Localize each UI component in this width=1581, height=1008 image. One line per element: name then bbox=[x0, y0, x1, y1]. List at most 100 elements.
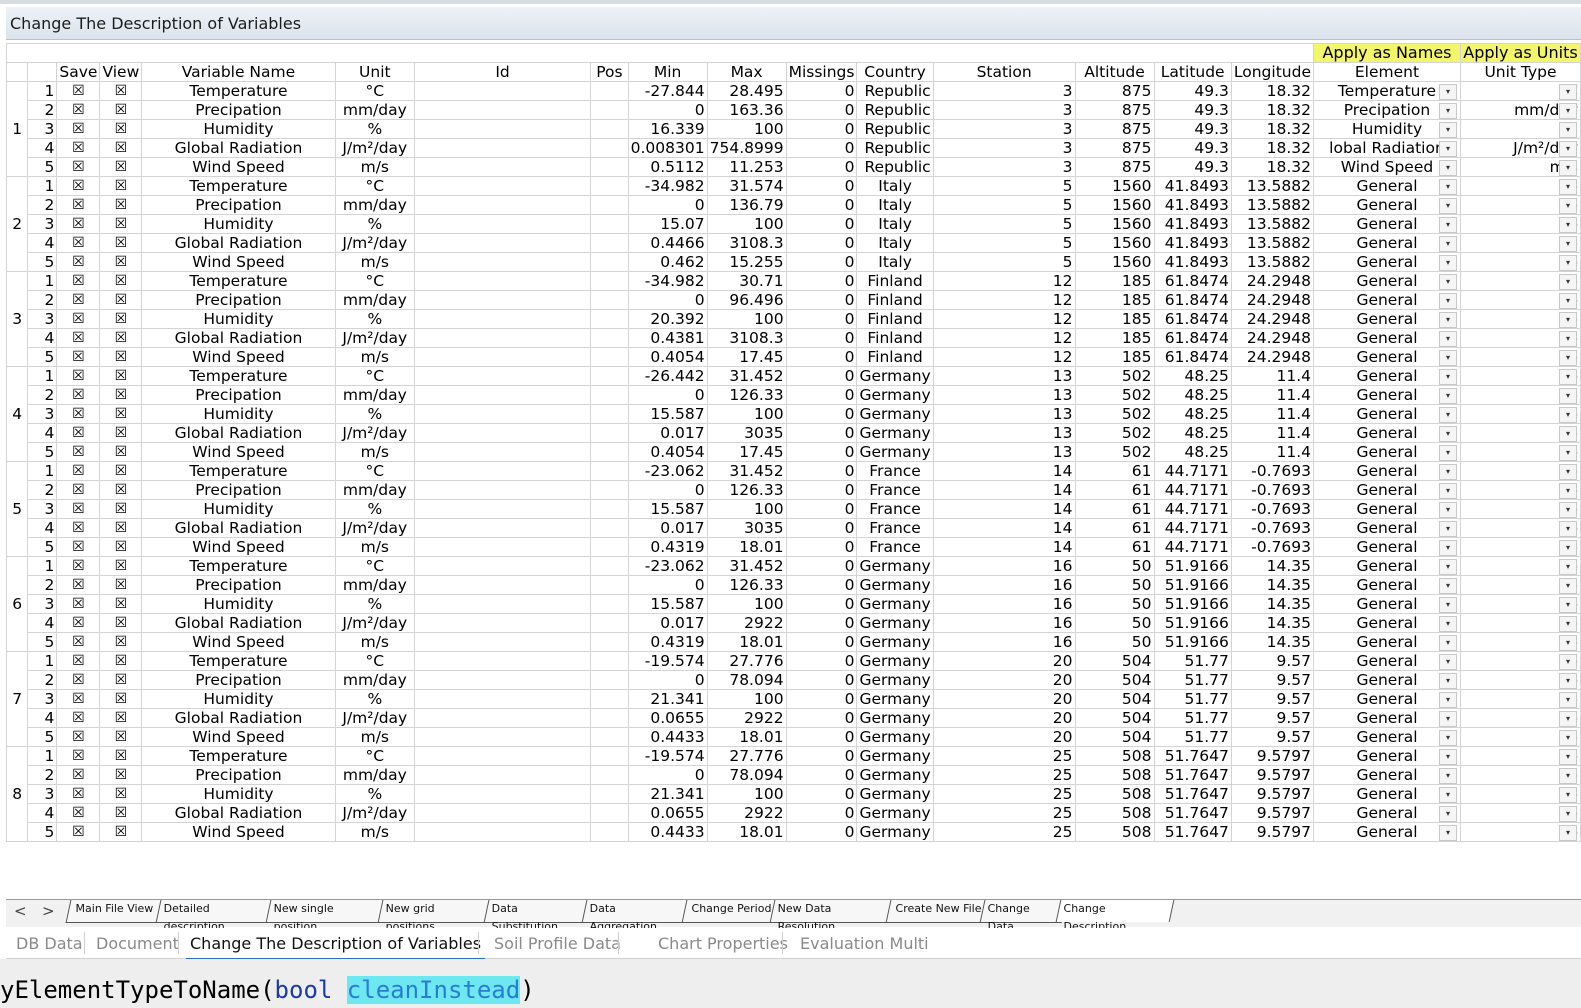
variable-name-cell[interactable]: Wind Speed bbox=[141, 727, 336, 747]
element-dropdown[interactable]: General ▾ bbox=[1312, 651, 1462, 671]
altitude-cell[interactable]: 504 bbox=[1074, 651, 1155, 671]
unit-cell[interactable]: mm/day bbox=[334, 575, 415, 595]
id-cell[interactable] bbox=[413, 309, 592, 329]
longitude-cell[interactable]: 9.5797 bbox=[1230, 765, 1314, 785]
id-cell[interactable] bbox=[413, 347, 592, 367]
element-dropdown[interactable]: General ▾ bbox=[1312, 708, 1462, 728]
view-checkbox[interactable]: ☒ bbox=[99, 176, 143, 196]
unit-type-dropdown[interactable]: m/s▾ bbox=[1460, 157, 1581, 177]
save-checkbox[interactable]: ☒ bbox=[56, 613, 101, 633]
country-cell[interactable]: Italy bbox=[856, 233, 934, 253]
latitude-cell[interactable]: 41.8493 bbox=[1153, 252, 1232, 272]
chevron-down-icon[interactable]: ▾ bbox=[1559, 160, 1577, 176]
save-checkbox[interactable]: ☒ bbox=[56, 708, 101, 728]
country-cell[interactable]: Germany bbox=[856, 803, 934, 823]
unit-cell[interactable]: °C bbox=[334, 461, 415, 481]
chevron-down-icon[interactable]: ▾ bbox=[1439, 274, 1457, 290]
unit-cell[interactable]: m/s bbox=[334, 157, 415, 177]
longitude-cell[interactable]: 18.32 bbox=[1230, 157, 1314, 177]
longitude-cell[interactable]: 14.35 bbox=[1230, 556, 1314, 576]
chevron-down-icon[interactable]: ▾ bbox=[1439, 616, 1457, 632]
view-checkbox[interactable]: ☒ bbox=[99, 765, 143, 785]
variable-name-cell[interactable]: Humidity bbox=[141, 214, 336, 234]
altitude-cell[interactable]: 61 bbox=[1074, 537, 1155, 557]
table-row[interactable]: 4 ☒ ☒ Global Radiation J/m²/day 0.0655 2922 0 Ge… bbox=[7, 803, 1581, 823]
view-checkbox[interactable]: ☒ bbox=[99, 499, 143, 519]
station-cell[interactable]: 13 bbox=[932, 404, 1076, 424]
element-dropdown[interactable]: General ▾ bbox=[1312, 594, 1462, 614]
altitude-cell[interactable]: 185 bbox=[1074, 328, 1155, 348]
pos-cell[interactable] bbox=[590, 803, 629, 823]
doc-tab-db-data[interactable]: DB Data bbox=[12, 932, 87, 958]
save-checkbox[interactable]: ☒ bbox=[56, 271, 101, 291]
country-cell[interactable]: France bbox=[856, 461, 934, 481]
header-element[interactable]: Element bbox=[1312, 62, 1462, 82]
longitude-cell[interactable]: 14.35 bbox=[1230, 632, 1314, 652]
variable-name-cell[interactable]: Global Radiation bbox=[141, 803, 336, 823]
latitude-cell[interactable]: 51.77 bbox=[1153, 670, 1232, 690]
longitude-cell[interactable]: 11.4 bbox=[1230, 442, 1314, 462]
latitude-cell[interactable]: 51.7647 bbox=[1153, 784, 1232, 804]
unit-type-dropdown[interactable]: -▾ bbox=[1460, 233, 1581, 253]
tab-prev-arrow[interactable]: < bbox=[14, 902, 27, 920]
element-dropdown[interactable]: General ▾ bbox=[1312, 822, 1462, 842]
variable-name-cell[interactable]: Wind Speed bbox=[141, 822, 336, 842]
unit-type-dropdown[interactable]: -▾ bbox=[1460, 309, 1581, 329]
variables-grid[interactable]: Apply as Names Apply as Units Save View Va… bbox=[6, 43, 1581, 899]
unit-cell[interactable]: °C bbox=[334, 271, 415, 291]
country-cell[interactable]: Republic bbox=[856, 119, 934, 139]
longitude-cell[interactable]: -0.7693 bbox=[1230, 480, 1314, 500]
view-checkbox[interactable]: ☒ bbox=[99, 575, 143, 595]
view-checkbox[interactable]: ☒ bbox=[99, 537, 143, 557]
pos-cell[interactable] bbox=[590, 252, 629, 272]
view-checkbox[interactable]: ☒ bbox=[99, 366, 143, 386]
element-dropdown[interactable]: General ▾ bbox=[1312, 670, 1462, 690]
table-row[interactable]: 3 ☒ ☒ Humidity% 15.587 100 0 Germany 16 50 51.9166… bbox=[7, 594, 1581, 614]
chevron-down-icon[interactable]: ▾ bbox=[1439, 521, 1457, 537]
chevron-down-icon[interactable]: ▾ bbox=[1439, 730, 1457, 746]
id-cell[interactable] bbox=[413, 803, 592, 823]
id-cell[interactable] bbox=[413, 689, 592, 709]
latitude-cell[interactable]: 44.7171 bbox=[1153, 518, 1232, 538]
country-cell[interactable]: Germany bbox=[856, 404, 934, 424]
longitude-cell[interactable]: 9.5797 bbox=[1230, 746, 1314, 766]
station-cell[interactable]: 13 bbox=[932, 385, 1076, 405]
chevron-down-icon[interactable]: ▾ bbox=[1559, 426, 1577, 442]
element-dropdown[interactable]: General ▾ bbox=[1312, 499, 1462, 519]
chevron-down-icon[interactable]: ▾ bbox=[1439, 236, 1457, 252]
sheet-tab-detailed-description[interactable]: Detailed description bbox=[155, 900, 277, 933]
altitude-cell[interactable]: 61 bbox=[1074, 480, 1155, 500]
pos-cell[interactable] bbox=[590, 499, 629, 519]
chevron-down-icon[interactable]: ▾ bbox=[1439, 692, 1457, 708]
unit-type-dropdown[interactable]: -▾ bbox=[1460, 271, 1581, 291]
country-cell[interactable]: Germany bbox=[856, 784, 934, 804]
save-checkbox[interactable]: ☒ bbox=[56, 100, 101, 120]
chevron-down-icon[interactable]: ▾ bbox=[1559, 274, 1577, 290]
altitude-cell[interactable]: 1560 bbox=[1074, 176, 1155, 196]
country-cell[interactable]: Republic bbox=[856, 81, 934, 101]
id-cell[interactable] bbox=[413, 575, 592, 595]
chevron-down-icon[interactable]: ▾ bbox=[1559, 521, 1577, 537]
altitude-cell[interactable]: 61 bbox=[1074, 499, 1155, 519]
chevron-down-icon[interactable]: ▾ bbox=[1439, 464, 1457, 480]
element-dropdown[interactable]: General ▾ bbox=[1312, 214, 1462, 234]
country-cell[interactable]: Germany bbox=[856, 765, 934, 785]
variable-name-cell[interactable]: Humidity bbox=[141, 309, 336, 329]
header-unit[interactable]: Unit bbox=[334, 62, 415, 82]
unit-cell[interactable]: J/m²/day bbox=[334, 803, 415, 823]
table-row[interactable]: 6 1 ☒ ☒ Temperature °C -23.062 31.452 0 Germany 16… bbox=[6, 556, 1581, 652]
unit-cell[interactable]: J/m²/day bbox=[334, 423, 415, 443]
chevron-down-icon[interactable]: ▾ bbox=[1559, 540, 1577, 556]
element-dropdown[interactable]: General ▾ bbox=[1312, 233, 1462, 253]
country-cell[interactable]: Germany bbox=[856, 594, 934, 614]
station-cell[interactable]: 13 bbox=[932, 366, 1076, 386]
altitude-cell[interactable]: 502 bbox=[1074, 385, 1155, 405]
element-dropdown[interactable]: General ▾ bbox=[1312, 442, 1462, 462]
table-row[interactable]: 2 ☒ ☒ Precipation mm/day 0 126.33 0 Germany 13 502… bbox=[7, 385, 1581, 405]
variable-name-cell[interactable]: Humidity bbox=[141, 689, 336, 709]
altitude-cell[interactable]: 185 bbox=[1074, 290, 1155, 310]
table-row[interactable]: 3 ☒ ☒ Humidity% 20.392 100 0 Finland 12 185 61.847… bbox=[7, 309, 1581, 329]
table-row[interactable]: 4 ☒ ☒ Global Radiation J/m²/day 0.017 2922 0 Ger… bbox=[7, 613, 1581, 633]
save-checkbox[interactable]: ☒ bbox=[56, 575, 101, 595]
longitude-cell[interactable]: 14.35 bbox=[1230, 575, 1314, 595]
